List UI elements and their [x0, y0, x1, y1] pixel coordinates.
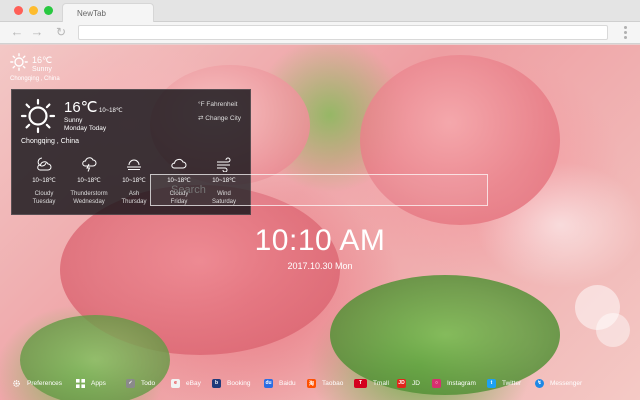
baidu-label: Baidu — [279, 379, 296, 387]
browser-menu-icon[interactable] — [620, 25, 630, 39]
back-arrow-icon[interactable]: ← — [10, 25, 24, 39]
twitter-link[interactable]: t Twitter — [487, 374, 521, 392]
forecast-day-name: Wednesday — [73, 199, 105, 205]
messenger-icon: ↯ — [535, 378, 544, 388]
sun-icon — [20, 98, 56, 134]
twitter-icon: t — [487, 378, 496, 388]
tab-title: NewTab — [77, 9, 106, 18]
forecast-day: 10~18℃ Thunderstorm Wednesday — [69, 156, 109, 210]
instagram-icon: ○ — [432, 378, 441, 388]
taobao-label: Taobao — [322, 379, 344, 387]
browser-titlebar: NewTab — [0, 0, 640, 22]
browser-toolbar: ← → ↻ — [0, 22, 640, 44]
preferences-label: Preferences — [27, 379, 63, 387]
swap-arrows-icon: ⇄ — [198, 115, 204, 122]
search-input[interactable] — [151, 175, 487, 205]
panel-temperature: 16℃ — [64, 99, 98, 116]
sun-icon — [10, 53, 28, 71]
apps-label: Apps — [91, 379, 106, 387]
weather-widget[interactable]: 16℃ Sunny Chongqing , China — [10, 51, 70, 87]
twitter-label: Twitter — [502, 379, 522, 387]
change-city-button[interactable]: ⇄ Change City — [198, 114, 241, 122]
baidu-link[interactable]: du Baidu — [264, 374, 296, 392]
ebay-link[interactable]: e eBay — [171, 374, 201, 392]
panel-city: Chongqing , China — [21, 138, 79, 145]
todo-label: Todo — [141, 379, 156, 387]
forecast-day-name: Thursday — [121, 199, 147, 205]
forecast-range: 10~18℃ — [122, 178, 146, 184]
address-bar[interactable] — [78, 25, 608, 40]
apps-link[interactable]: Apps — [76, 374, 106, 392]
ebay-label: eBay — [186, 379, 201, 387]
current-city: Chongqing , China — [10, 76, 60, 82]
panel-temperature-range: 10~18℃ — [99, 108, 123, 114]
messenger-link[interactable]: ↯ Messenger — [535, 374, 582, 392]
jd-icon: JD — [397, 378, 406, 388]
minimize-window-button[interactable] — [29, 6, 38, 15]
cloud-icon — [171, 158, 187, 169]
ebay-icon: e — [171, 378, 180, 388]
forecast-condition: Thunderstorm — [70, 191, 108, 197]
jd-link[interactable]: JD JD — [397, 374, 420, 392]
panel-day: Monday Today — [64, 125, 107, 132]
fahrenheit-toggle[interactable]: °F Fahrenheit — [198, 101, 237, 108]
ash-haze-icon — [127, 159, 141, 170]
booking-icon: b — [212, 378, 221, 388]
booking-link[interactable]: b Booking — [212, 374, 251, 392]
forecast-condition: Cloudy — [34, 191, 54, 197]
messenger-label: Messenger — [550, 379, 583, 387]
browser-tab[interactable]: NewTab — [62, 3, 154, 22]
wind-icon — [217, 157, 231, 172]
tmall-icon: T — [354, 378, 367, 388]
jd-label: JD — [412, 379, 420, 387]
tmall-link[interactable]: T Tmall — [354, 374, 389, 392]
instagram-label: Instagram — [447, 379, 476, 387]
close-window-button[interactable] — [14, 6, 23, 15]
thunderstorm-icon — [82, 157, 97, 172]
maximize-window-button[interactable] — [44, 6, 53, 15]
change-city-label: Change City — [205, 115, 242, 122]
taobao-icon: 淘 — [307, 378, 316, 388]
todo-link[interactable]: ✓ Todo — [126, 374, 155, 392]
instagram-link[interactable]: ○ Instagram — [432, 374, 476, 392]
clock-time: 10:10 AM — [254, 224, 386, 257]
search-box — [150, 174, 488, 206]
bottom-shortcut-bar: Preferences Apps ✓ Todo e eBay b Booking… — [0, 374, 640, 392]
forecast-condition: Ash — [128, 191, 140, 197]
taobao-link[interactable]: 淘 Taobao — [307, 374, 343, 392]
forward-arrow-icon[interactable]: → — [30, 25, 44, 39]
current-temperature: 16℃ — [32, 55, 53, 65]
preferences-link[interactable]: Preferences — [12, 374, 62, 392]
reload-icon[interactable]: ↻ — [54, 25, 68, 39]
clock-date: 2017.10.30 Mon — [287, 261, 353, 271]
forecast-day: 10~18℃ Cloudy Tuesday — [24, 156, 64, 210]
gear-icon — [13, 379, 20, 387]
current-condition: Sunny — [32, 66, 52, 73]
cloudy-night-icon — [37, 157, 52, 171]
forecast-day-name: Tuesday — [32, 199, 56, 205]
bokeh-light-decor — [596, 313, 630, 347]
booking-label: Booking — [227, 379, 251, 387]
forecast-range: 10~18℃ — [32, 178, 56, 184]
tmall-label: Tmall — [373, 379, 389, 387]
forecast-range: 10~18℃ — [77, 178, 101, 184]
baidu-icon: du — [264, 378, 273, 388]
forecast-day: 10~18℃ Ash Thursday — [114, 156, 154, 210]
todo-check-icon: ✓ — [126, 378, 135, 388]
apps-grid-icon — [76, 378, 85, 388]
panel-condition: Sunny — [64, 117, 83, 124]
